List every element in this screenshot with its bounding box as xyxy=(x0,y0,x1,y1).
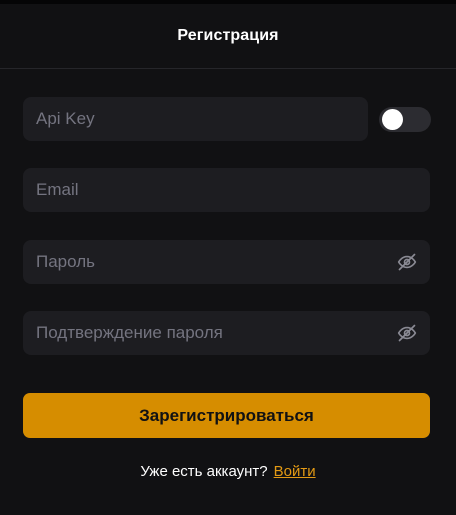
toggle-knob xyxy=(382,109,403,130)
api-key-placeholder: Api Key xyxy=(36,109,95,128)
email-placeholder: Email xyxy=(36,180,79,199)
register-button[interactable]: Зарегистрироваться xyxy=(23,393,430,438)
login-link[interactable]: Войти xyxy=(274,463,316,480)
password-placeholder: Пароль xyxy=(36,252,95,271)
page-title: Регистрация xyxy=(177,27,279,44)
api-key-toggle[interactable] xyxy=(379,107,431,132)
eye-off-icon[interactable] xyxy=(396,251,418,273)
confirm-password-placeholder: Подтверждение пароля xyxy=(36,323,223,342)
eye-off-icon[interactable] xyxy=(396,322,418,344)
have-account-text: Уже есть аккаунт? xyxy=(140,463,268,480)
confirm-password-field[interactable]: Подтверждение пароля xyxy=(23,311,430,355)
api-key-field[interactable]: Api Key xyxy=(23,97,368,141)
password-field[interactable]: Пароль xyxy=(23,240,430,284)
register-button-label: Зарегистрироваться xyxy=(139,405,314,425)
login-prompt: Уже есть аккаунт? Войти xyxy=(0,463,456,480)
email-field[interactable]: Email xyxy=(23,168,430,212)
header: Регистрация xyxy=(0,4,456,69)
